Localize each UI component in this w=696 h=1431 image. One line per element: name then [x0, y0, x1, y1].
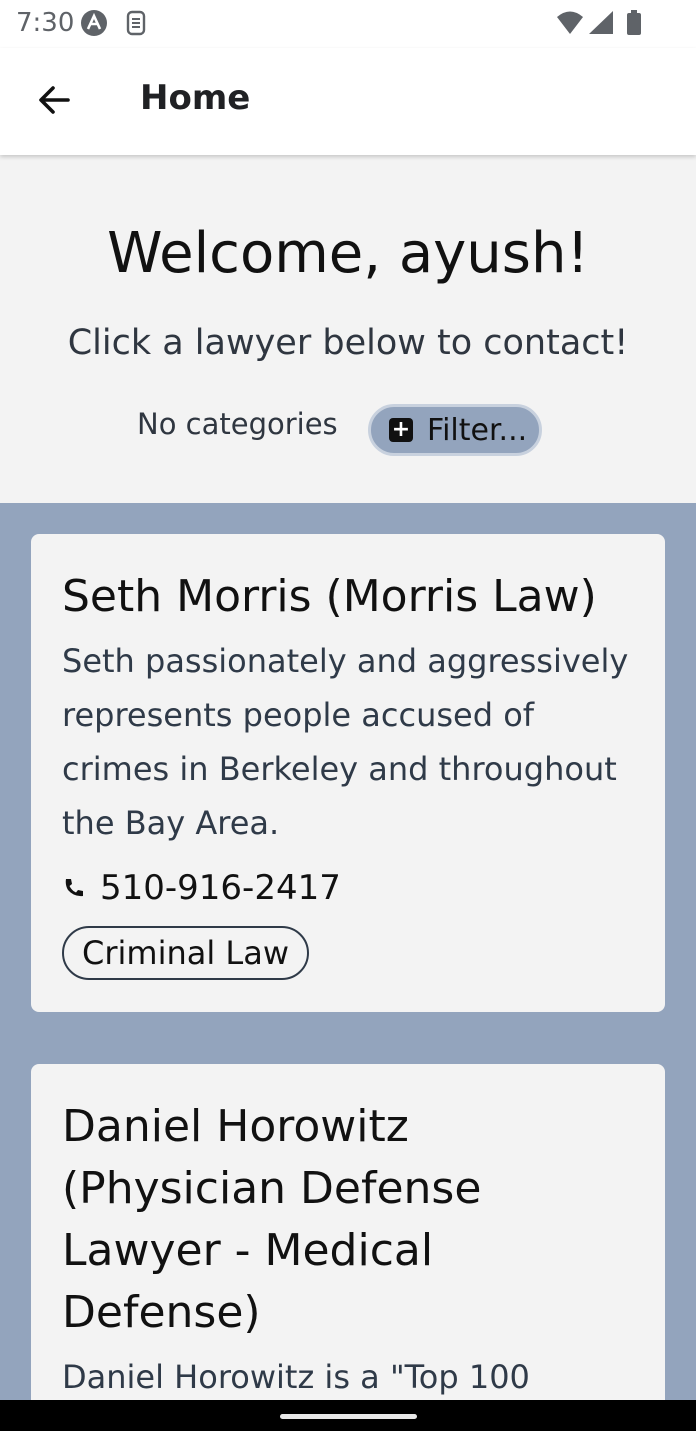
system-nav-bar	[0, 1400, 696, 1431]
lawyer-name: Seth Morris (Morris Law)	[62, 571, 597, 622]
lawyer-description: Daniel Horowitz is a "Top 100	[62, 1358, 530, 1396]
app-bar: Home	[0, 48, 696, 155]
back-button[interactable]	[26, 76, 82, 124]
plus-box-icon: +	[389, 418, 413, 442]
page-title: Home	[140, 78, 251, 118]
welcome-subtitle: Click a lawyer below to contact!	[67, 323, 629, 363]
wifi-icon	[557, 11, 583, 34]
categories-label: No categories	[137, 407, 338, 441]
lawyer-list[interactable]: Seth Morris (Morris Law) Seth passionate…	[0, 503, 696, 1400]
autofill-icon	[81, 10, 107, 36]
welcome-section: Welcome, ayush! Click a lawyer below to …	[0, 155, 696, 503]
phone-icon	[65, 879, 83, 897]
welcome-heading: Welcome, ayush!	[107, 221, 589, 286]
home-gesture-handle[interactable]	[280, 1414, 417, 1419]
status-time: 7:30	[16, 8, 75, 38]
lawyer-description: Seth passionately and aggressively repre…	[62, 642, 629, 842]
lawyer-name: Daniel Horowitz (Physician Defense Lawye…	[62, 1101, 482, 1338]
lawyer-phone-row[interactable]: 510-916-2417	[62, 862, 634, 914]
category-chip: Criminal Law	[62, 926, 310, 980]
arrow-left-icon	[39, 86, 70, 114]
lawyer-card[interactable]: Seth Morris (Morris Law) Seth passionate…	[31, 534, 665, 1012]
status-bar: 7:30	[0, 0, 696, 48]
sim-icon	[126, 10, 146, 36]
lawyer-card[interactable]: Daniel Horowitz (Physician Defense Lawye…	[31, 1064, 665, 1400]
filter-button-label: Filter...	[427, 412, 528, 448]
filter-button[interactable]: + Filter...	[368, 404, 542, 456]
lawyer-phone: 510-916-2417	[100, 868, 341, 908]
battery-icon	[627, 10, 641, 35]
signal-icon	[589, 11, 613, 34]
